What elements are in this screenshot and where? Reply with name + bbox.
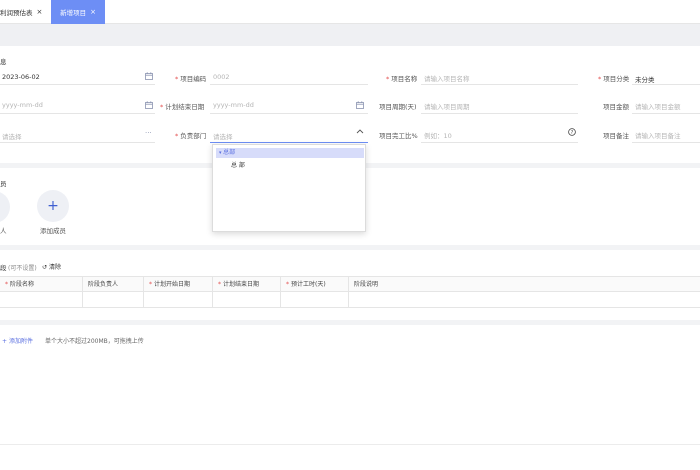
- toolbar-area: [0, 24, 700, 46]
- attachment-hint: 单个大小不超过200MB，可拖拽上传: [45, 338, 144, 345]
- divider-focus: [210, 142, 368, 143]
- tab-profit-estimate[interactable]: 利润预估表 ×: [0, 0, 50, 24]
- plus-icon: +: [2, 338, 9, 345]
- tree-node-root[interactable]: ▾ 总部: [216, 148, 364, 158]
- clear-button[interactable]: ↺ 清除: [42, 262, 61, 271]
- column-header: 阶段负责人: [83, 277, 144, 292]
- divider: [421, 113, 578, 114]
- column-header: * 计划开始日期: [144, 277, 213, 292]
- plan-end-label: * 计划结束日期: [160, 103, 205, 111]
- completion-input[interactable]: 例如：10: [424, 130, 452, 140]
- divider: [421, 142, 578, 143]
- table-cell[interactable]: [213, 292, 281, 307]
- help-icon[interactable]: ?: [568, 128, 576, 138]
- add-attachment-button[interactable]: + 添加附件: [2, 336, 33, 345]
- category-label: * 项目分类: [598, 75, 630, 83]
- tab-label: 利润预估表: [0, 9, 33, 17]
- close-icon[interactable]: ×: [90, 8, 96, 16]
- section-separator: [0, 320, 700, 325]
- dept-dropdown: ▾ 总部 总 部: [212, 144, 366, 232]
- tree-node-child[interactable]: 总 部: [231, 160, 245, 169]
- plus-icon: +: [47, 198, 59, 214]
- member-avatar[interactable]: [0, 191, 10, 223]
- table-cell[interactable]: [349, 292, 700, 307]
- column-header: 阶段说明: [354, 281, 379, 288]
- tab-bar: 利润预估表 × 新增项目 ×: [0, 0, 700, 24]
- remark-input[interactable]: 请输入项目备注: [635, 130, 681, 140]
- divider: [210, 113, 368, 114]
- member-label: 人: [0, 227, 7, 235]
- start-date-value[interactable]: 2023-06-02: [2, 73, 40, 81]
- plan-end-input[interactable]: yyyy-mm-dd: [213, 101, 254, 109]
- chevron-up-icon[interactable]: [356, 128, 364, 136]
- svg-text:?: ?: [571, 130, 574, 136]
- table-cell[interactable]: [0, 292, 83, 307]
- tab-label: 新增项目: [60, 9, 87, 17]
- refresh-icon: ↺: [42, 264, 48, 271]
- stages-hint: (可不设置): [8, 265, 37, 272]
- amount-input[interactable]: 请输入项目金额: [635, 101, 681, 111]
- remark-label: 项目备注: [603, 132, 629, 140]
- add-member-label: 添加成员: [40, 227, 66, 235]
- amount-label: 项目金额: [603, 103, 629, 111]
- dept-label: * 负责部门: [175, 132, 207, 140]
- section-title-stages: 段: [0, 264, 7, 272]
- calendar-icon[interactable]: [145, 101, 153, 111]
- project-name-label: * 项目名称: [386, 75, 418, 83]
- table-cell[interactable]: [83, 292, 144, 307]
- divider: [421, 84, 578, 85]
- divider: [632, 113, 700, 114]
- column-header: * 阶段名称: [0, 277, 83, 292]
- table-row: [0, 292, 700, 308]
- divider: [0, 444, 700, 445]
- more-icon[interactable]: ···: [145, 129, 152, 137]
- calendar-icon[interactable]: [145, 72, 153, 82]
- project-code-label: * 项目编码: [175, 75, 207, 83]
- close-icon[interactable]: ×: [37, 8, 43, 16]
- divider: [632, 142, 700, 143]
- section-separator: [0, 245, 700, 250]
- divider: [632, 84, 700, 85]
- divider: [0, 142, 155, 143]
- section-title-basic: 息: [0, 58, 7, 66]
- divider: [0, 84, 155, 85]
- period-input[interactable]: 请输入项目周期: [424, 101, 470, 111]
- add-member-button[interactable]: +: [37, 190, 69, 222]
- section-title-members: 员: [0, 180, 7, 188]
- date-input[interactable]: yyyy-mm-dd: [2, 101, 43, 109]
- category-select[interactable]: 未分类: [635, 74, 655, 84]
- table-cell[interactable]: [144, 292, 213, 307]
- project-code-input[interactable]: 0002: [213, 73, 230, 81]
- completion-label: 项目完工比%: [379, 132, 418, 140]
- column-header: * 预计工时(天): [281, 277, 349, 292]
- period-label: 项目周期(天): [379, 103, 417, 111]
- divider: [0, 113, 155, 114]
- table-header: * 阶段名称 阶段负责人 * 计划开始日期 * 计划结束日期 * 预计工时(天) 阶段说…: [0, 276, 700, 292]
- calendar-icon[interactable]: [356, 101, 364, 111]
- column-header: * 计划结束日期: [213, 277, 281, 292]
- divider: [210, 84, 368, 85]
- table-cell[interactable]: [281, 292, 349, 307]
- tab-new-project[interactable]: 新增项目 ×: [51, 0, 105, 24]
- select-input[interactable]: 请选择: [2, 131, 22, 141]
- project-name-input[interactable]: 请输入项目名称: [424, 73, 470, 83]
- dept-select[interactable]: 请选择: [213, 131, 233, 141]
